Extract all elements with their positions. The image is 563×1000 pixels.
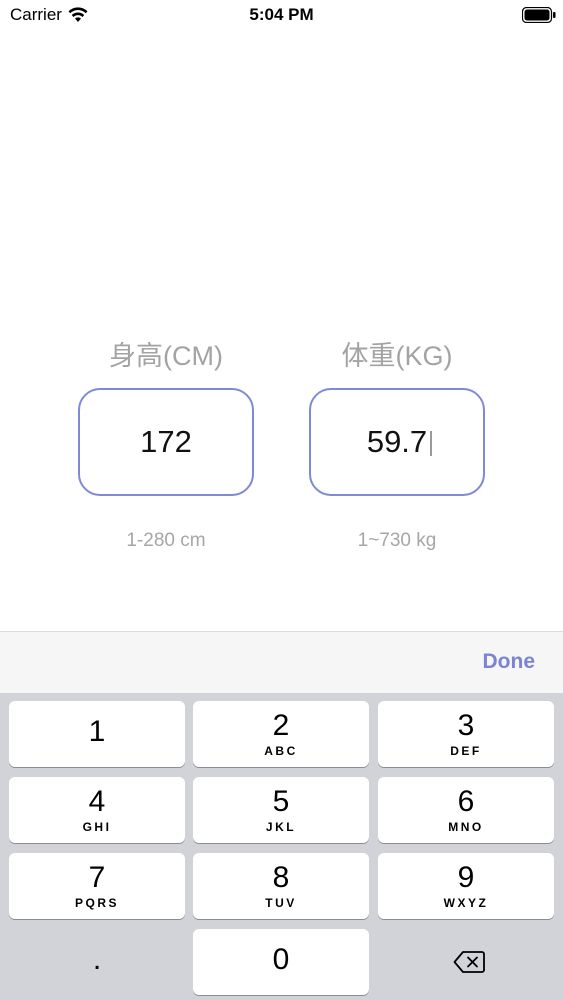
key-2[interactable]: 2 ABC xyxy=(193,701,369,767)
key-digit: 1 xyxy=(88,715,106,748)
height-input[interactable]: 172 xyxy=(78,388,254,496)
key-digit: 6 xyxy=(457,785,475,818)
key-1[interactable]: 1 xyxy=(9,701,185,767)
number-keypad: 1 2 ABC 3 DEF 4 GHI 5 JKL 6 MNO 7 PQRS 8… xyxy=(0,693,563,1000)
height-range-hint: 1-280 cm xyxy=(126,530,206,551)
key-9[interactable]: 9 WXYZ xyxy=(378,853,554,919)
height-input-value: 172 xyxy=(140,424,192,459)
key-letters: ABC xyxy=(264,744,298,758)
done-button[interactable]: Done xyxy=(483,650,536,674)
key-digit: 4 xyxy=(88,785,106,818)
key-letters: DEF xyxy=(450,744,482,758)
status-bar: Carrier 5:04 PM xyxy=(0,0,563,30)
text-caret xyxy=(430,431,432,456)
key-digit: 0 xyxy=(272,943,290,976)
key-letters: MNO xyxy=(448,820,484,834)
key-letters: PQRS xyxy=(74,896,119,910)
weight-input[interactable]: 59.7 xyxy=(309,388,485,496)
weight-input-value: 59.7 xyxy=(366,424,428,459)
delete-key[interactable] xyxy=(378,929,554,995)
key-digit: 5 xyxy=(272,785,290,818)
key-6[interactable]: 6 MNO xyxy=(378,777,554,843)
key-letters: TUV xyxy=(265,896,297,910)
keyboard-toolbar: Done xyxy=(0,631,563,693)
key-digit: 3 xyxy=(457,709,475,742)
key-5[interactable]: 5 JKL xyxy=(193,777,369,843)
key-dot[interactable]: . xyxy=(9,929,185,995)
key-4[interactable]: 4 GHI xyxy=(9,777,185,843)
dot-label: . xyxy=(92,943,102,976)
key-letters: JKL xyxy=(265,820,297,834)
battery-icon xyxy=(522,7,556,23)
key-8[interactable]: 8 TUV xyxy=(193,853,369,919)
key-digit: 7 xyxy=(88,861,106,894)
height-label: 身高(CM) xyxy=(109,341,223,371)
key-0[interactable]: 0 xyxy=(193,929,369,995)
key-7[interactable]: 7 PQRS xyxy=(9,853,185,919)
key-digit: 2 xyxy=(272,709,290,742)
key-letters: WXYZ xyxy=(443,896,489,910)
key-digit: 8 xyxy=(272,861,290,894)
key-3[interactable]: 3 DEF xyxy=(378,701,554,767)
weight-label: 体重(KG) xyxy=(341,341,453,371)
delete-backspace-icon xyxy=(453,951,485,973)
key-letters: GHI xyxy=(82,820,112,834)
weight-range-hint: 1~730 kg xyxy=(357,530,437,551)
status-clock: 5:04 PM xyxy=(249,5,314,24)
key-digit: 9 xyxy=(457,861,475,894)
